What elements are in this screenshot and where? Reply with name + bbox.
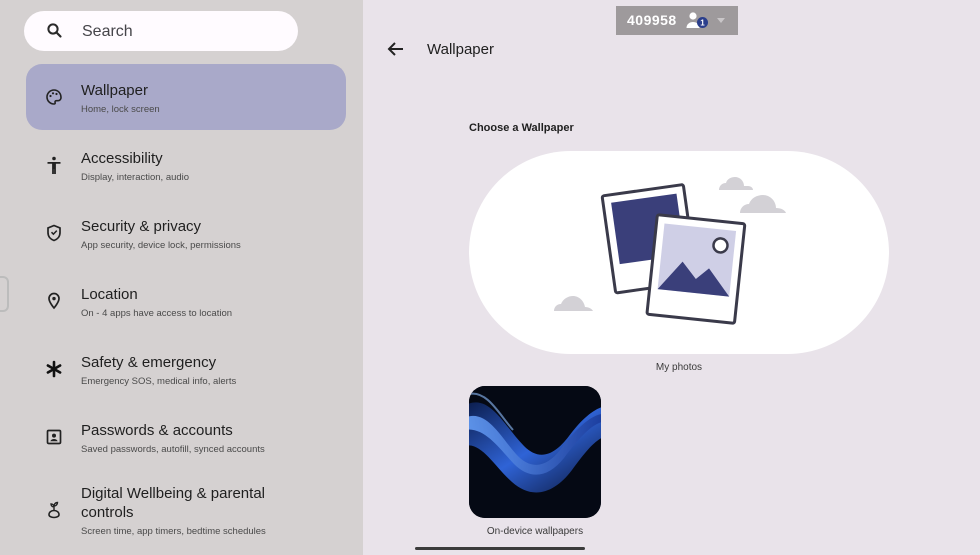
accessibility-icon bbox=[47, 156, 61, 174]
sidebar-item-passwords-accounts[interactable]: Passwords & accounts Saved passwords, au… bbox=[26, 404, 346, 470]
sidebar-item-security-privacy[interactable]: Security & privacy App security, device … bbox=[26, 200, 346, 266]
sidebar-item-title: Security & privacy bbox=[81, 218, 202, 235]
section-heading: Choose a Wallpaper bbox=[469, 122, 574, 134]
location-pin-icon bbox=[48, 292, 60, 310]
sidebar-item-title: Location bbox=[81, 286, 138, 303]
sidebar-item-location[interactable]: Location On - 4 apps have access to loca… bbox=[26, 268, 346, 334]
arrow-back-icon[interactable] bbox=[385, 38, 407, 60]
wallpaper-panel: Wallpaper 409958 1 Choose a Wallpaper My… bbox=[363, 0, 980, 555]
sidebar-item-title: Safety & emergency bbox=[81, 354, 217, 371]
sidebar-item-accessibility[interactable]: Accessibility Display, interaction, audi… bbox=[26, 132, 346, 198]
wallpaper-preview-thumbnail bbox=[469, 386, 601, 518]
user-id-text: 409958 bbox=[627, 12, 677, 28]
asterisk-icon bbox=[46, 360, 62, 378]
user-badge[interactable]: 409958 1 bbox=[616, 6, 738, 35]
sidebar-item-subtitle: Emergency SOS, medical info, alerts bbox=[81, 376, 237, 387]
wellbeing-icon bbox=[48, 501, 60, 519]
sidebar-item-title: Passwords & accounts bbox=[81, 422, 233, 439]
search-icon bbox=[47, 23, 62, 38]
my-photos-option[interactable] bbox=[469, 151, 889, 354]
on-device-wallpapers-label: On-device wallpapers bbox=[486, 526, 584, 537]
sidebar-item-wallpaper[interactable]: Wallpaper Home, lock screen bbox=[26, 64, 346, 130]
settings-sidebar: Search Wallpaper Home, lock screen Acces… bbox=[0, 0, 363, 555]
user-account-icon: 1 bbox=[686, 12, 708, 28]
sidebar-item-title: Digital Wellbeing & parental controls bbox=[81, 485, 265, 521]
sidebar-item-subtitle: Saved passwords, autofill, synced accoun… bbox=[81, 444, 265, 455]
shield-icon bbox=[47, 224, 61, 242]
on-device-wallpapers-option[interactable] bbox=[469, 386, 601, 518]
bottom-scroll-indicator bbox=[415, 547, 585, 550]
search-bar[interactable]: Search bbox=[24, 11, 298, 51]
sidebar-item-subtitle: On - 4 apps have access to location bbox=[81, 308, 233, 319]
sidebar-item-title: Wallpaper bbox=[81, 82, 148, 99]
palette-icon bbox=[46, 89, 62, 105]
my-photos-label: My photos bbox=[655, 362, 703, 373]
sidebar-item-safety-emergency[interactable]: Safety & emergency Emergency SOS, medica… bbox=[26, 336, 346, 402]
chevron-down-icon bbox=[717, 18, 725, 23]
sidebar-item-subtitle: App security, device lock, permissions bbox=[81, 240, 241, 251]
sidebar-item-subtitle: Home, lock screen bbox=[81, 104, 160, 115]
account-box-icon bbox=[46, 429, 62, 445]
search-label: Search bbox=[82, 23, 133, 40]
photos-illustration bbox=[554, 177, 786, 325]
page-title: Wallpaper bbox=[427, 41, 494, 58]
svg-text:1: 1 bbox=[700, 19, 705, 28]
sidebar-item-digital-wellbeing[interactable]: Digital Wellbeing & parental controls Sc… bbox=[26, 478, 346, 544]
edge-drag-handle[interactable] bbox=[0, 276, 9, 312]
sidebar-item-subtitle: Display, interaction, audio bbox=[81, 172, 190, 183]
sidebar-item-subtitle: Screen time, app timers, bedtime schedul… bbox=[81, 526, 266, 537]
sidebar-item-title: Accessibility bbox=[81, 150, 163, 167]
